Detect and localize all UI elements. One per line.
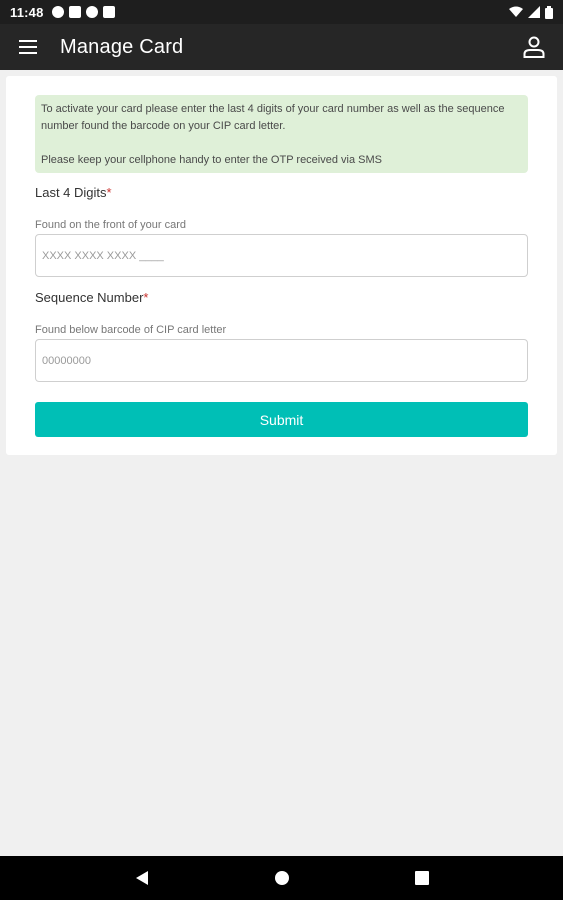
last4-label: Last 4 Digits* (35, 185, 112, 200)
system-icons (509, 5, 553, 19)
notification-icons (51, 6, 115, 18)
hamburger-menu-icon (19, 40, 37, 54)
recents-square-icon (414, 871, 429, 885)
info-text: To activate your card please enter the l… (41, 103, 505, 132)
status-bar: 11:48 (0, 0, 563, 24)
submit-button[interactable]: Submit (35, 402, 528, 437)
app-bar: Manage Card (0, 24, 563, 70)
last4-digits-input[interactable] (35, 234, 528, 277)
info-alert: To activate your card please enter the l… (35, 95, 528, 173)
required-marker: * (106, 185, 112, 200)
last4-hint: Found on the front of your card (35, 219, 187, 231)
sequence-label-text: Sequence Number (35, 290, 144, 305)
person-icon (523, 36, 545, 58)
page-title: Manage Card (60, 35, 184, 58)
menu-button[interactable] (0, 24, 56, 70)
required-marker: * (143, 290, 149, 305)
sequence-label: Sequence Number* (35, 290, 148, 305)
info-text-otp: Please keep your cellphone handy to ente… (41, 154, 382, 166)
back-triangle-icon (135, 871, 148, 885)
notification-icon (51, 6, 64, 18)
sequence-hint: Found below barcode of CIP card letter (35, 324, 227, 336)
home-circle-icon (274, 871, 289, 885)
battery-icon (545, 5, 553, 19)
status-time: 11:48 (10, 4, 44, 20)
sd-card-icon (102, 6, 115, 18)
back-button[interactable] (122, 858, 162, 898)
home-button[interactable] (262, 858, 302, 898)
sequence-number-input[interactable] (35, 339, 528, 382)
activation-form-card: To activate your card please enter the l… (6, 76, 557, 455)
notification-icon (68, 6, 81, 18)
signal-icon (528, 6, 540, 18)
recents-button[interactable] (402, 858, 442, 898)
last4-label-text: Last 4 Digits (35, 185, 107, 200)
profile-button[interactable] (505, 24, 563, 70)
system-nav-bar (0, 856, 563, 900)
notification-icon (85, 6, 98, 18)
wifi-icon (509, 6, 523, 17)
